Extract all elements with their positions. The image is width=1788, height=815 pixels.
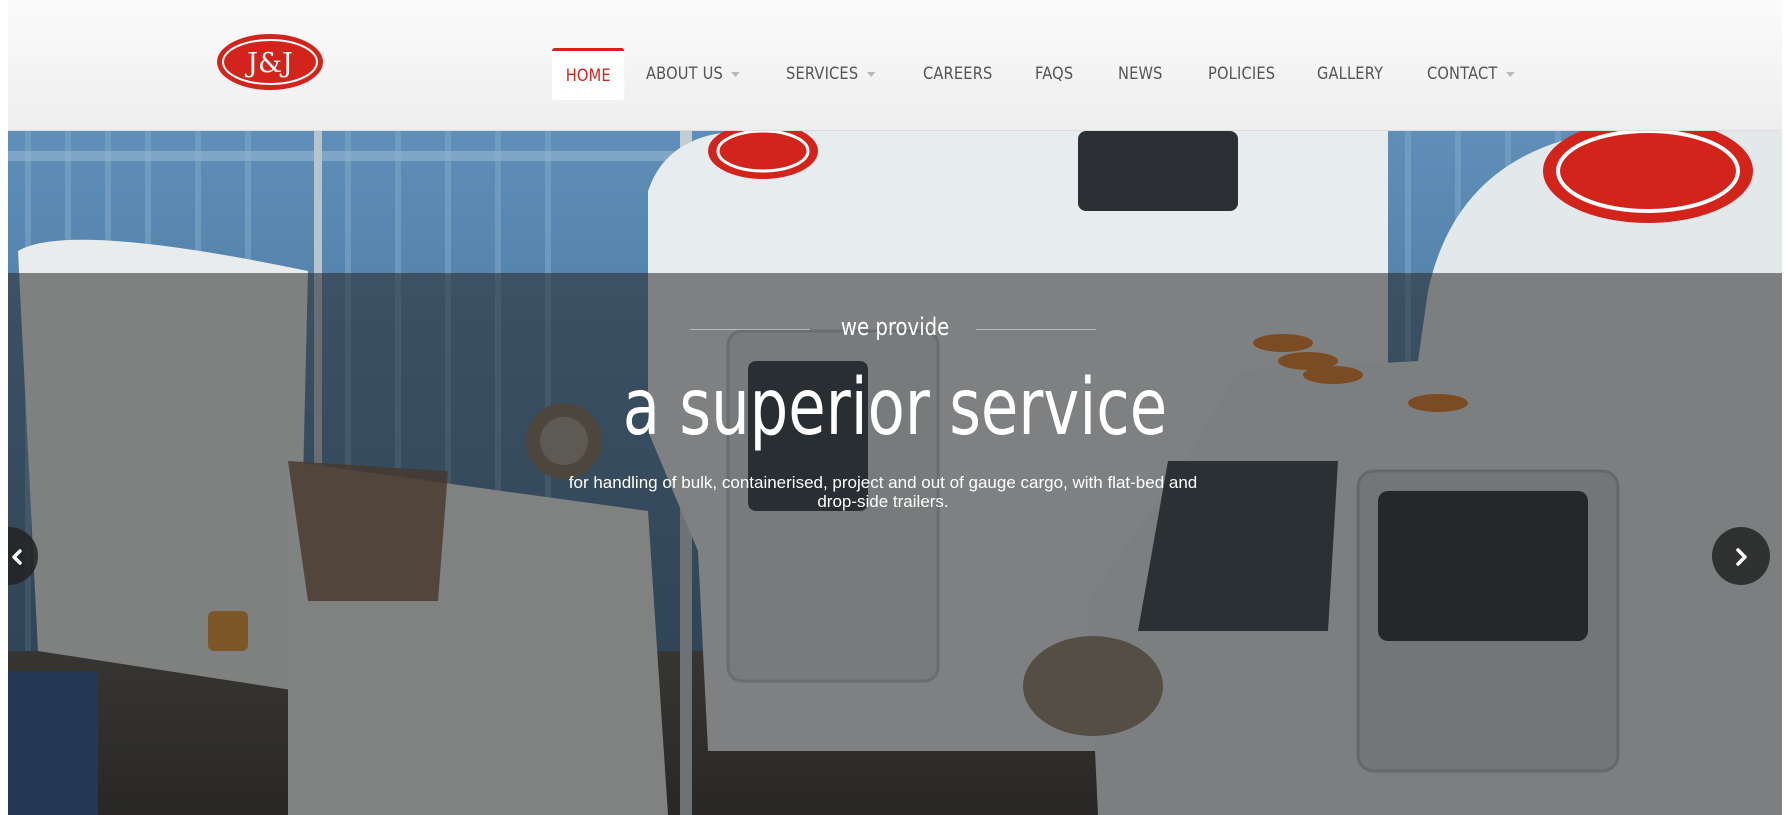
- nav-item-gallery[interactable]: GALLERY: [1317, 48, 1412, 100]
- nav-item-faqs[interactable]: FAQS: [1035, 48, 1106, 100]
- nav-label: CAREERS: [923, 64, 993, 84]
- logo-mark: J&J: [217, 34, 323, 90]
- caret-down-icon: [867, 71, 876, 77]
- nav-item-home[interactable]: HOME: [552, 48, 625, 100]
- hero-overlay-band: [8, 273, 1782, 815]
- nav-label: SERVICES: [786, 64, 859, 84]
- nav-label: FAQS: [1035, 64, 1074, 84]
- chevron-right-icon: [1736, 548, 1747, 566]
- page-frame: J&J HOME ABOUT US SERVICES CAREERS FAQS: [8, 0, 1782, 815]
- chevron-left-icon: [12, 549, 22, 565]
- nav-label: ABOUT US: [646, 64, 724, 84]
- main-nav: HOME ABOUT US SERVICES CAREERS FAQS NEWS…: [552, 48, 1529, 100]
- hero-kicker: we provide: [840, 313, 950, 341]
- site-header: J&J HOME ABOUT US SERVICES CAREERS FAQS: [8, 0, 1782, 131]
- hero-slider: we provide a superior service for handli…: [8, 131, 1782, 815]
- nav-label: GALLERY: [1317, 64, 1384, 84]
- nav-label: CONTACT: [1427, 64, 1498, 84]
- caret-down-icon: [731, 71, 741, 77]
- nav-item-news[interactable]: NEWS: [1118, 48, 1195, 100]
- logo-text: J&J: [244, 48, 293, 79]
- slider-prev-button[interactable]: [8, 527, 38, 585]
- nav-label: HOME: [565, 65, 611, 86]
- caret-down-icon: [1506, 71, 1516, 77]
- nav-item-policies[interactable]: POLICIES: [1208, 48, 1302, 100]
- slider-next-button[interactable]: [1712, 527, 1770, 585]
- brand-logo[interactable]: J&J: [215, 32, 325, 92]
- nav-item-careers[interactable]: CAREERS: [923, 48, 1019, 100]
- nav-label: NEWS: [1118, 64, 1163, 84]
- hero-subtitle-line-1: for handling of bulk, containerised, pro…: [568, 473, 1198, 492]
- nav-label: POLICIES: [1208, 64, 1276, 84]
- hero-subtitle: for handling of bulk, containerised, pro…: [518, 473, 1248, 511]
- nav-item-about-us[interactable]: ABOUT US: [646, 48, 766, 100]
- nav-item-contact[interactable]: CONTACT: [1427, 48, 1516, 100]
- hero-subtitle-line-2: drop-side trailers.: [817, 492, 949, 511]
- hero-headline: a superior service: [622, 363, 1168, 453]
- nav-item-services[interactable]: SERVICES: [786, 48, 904, 100]
